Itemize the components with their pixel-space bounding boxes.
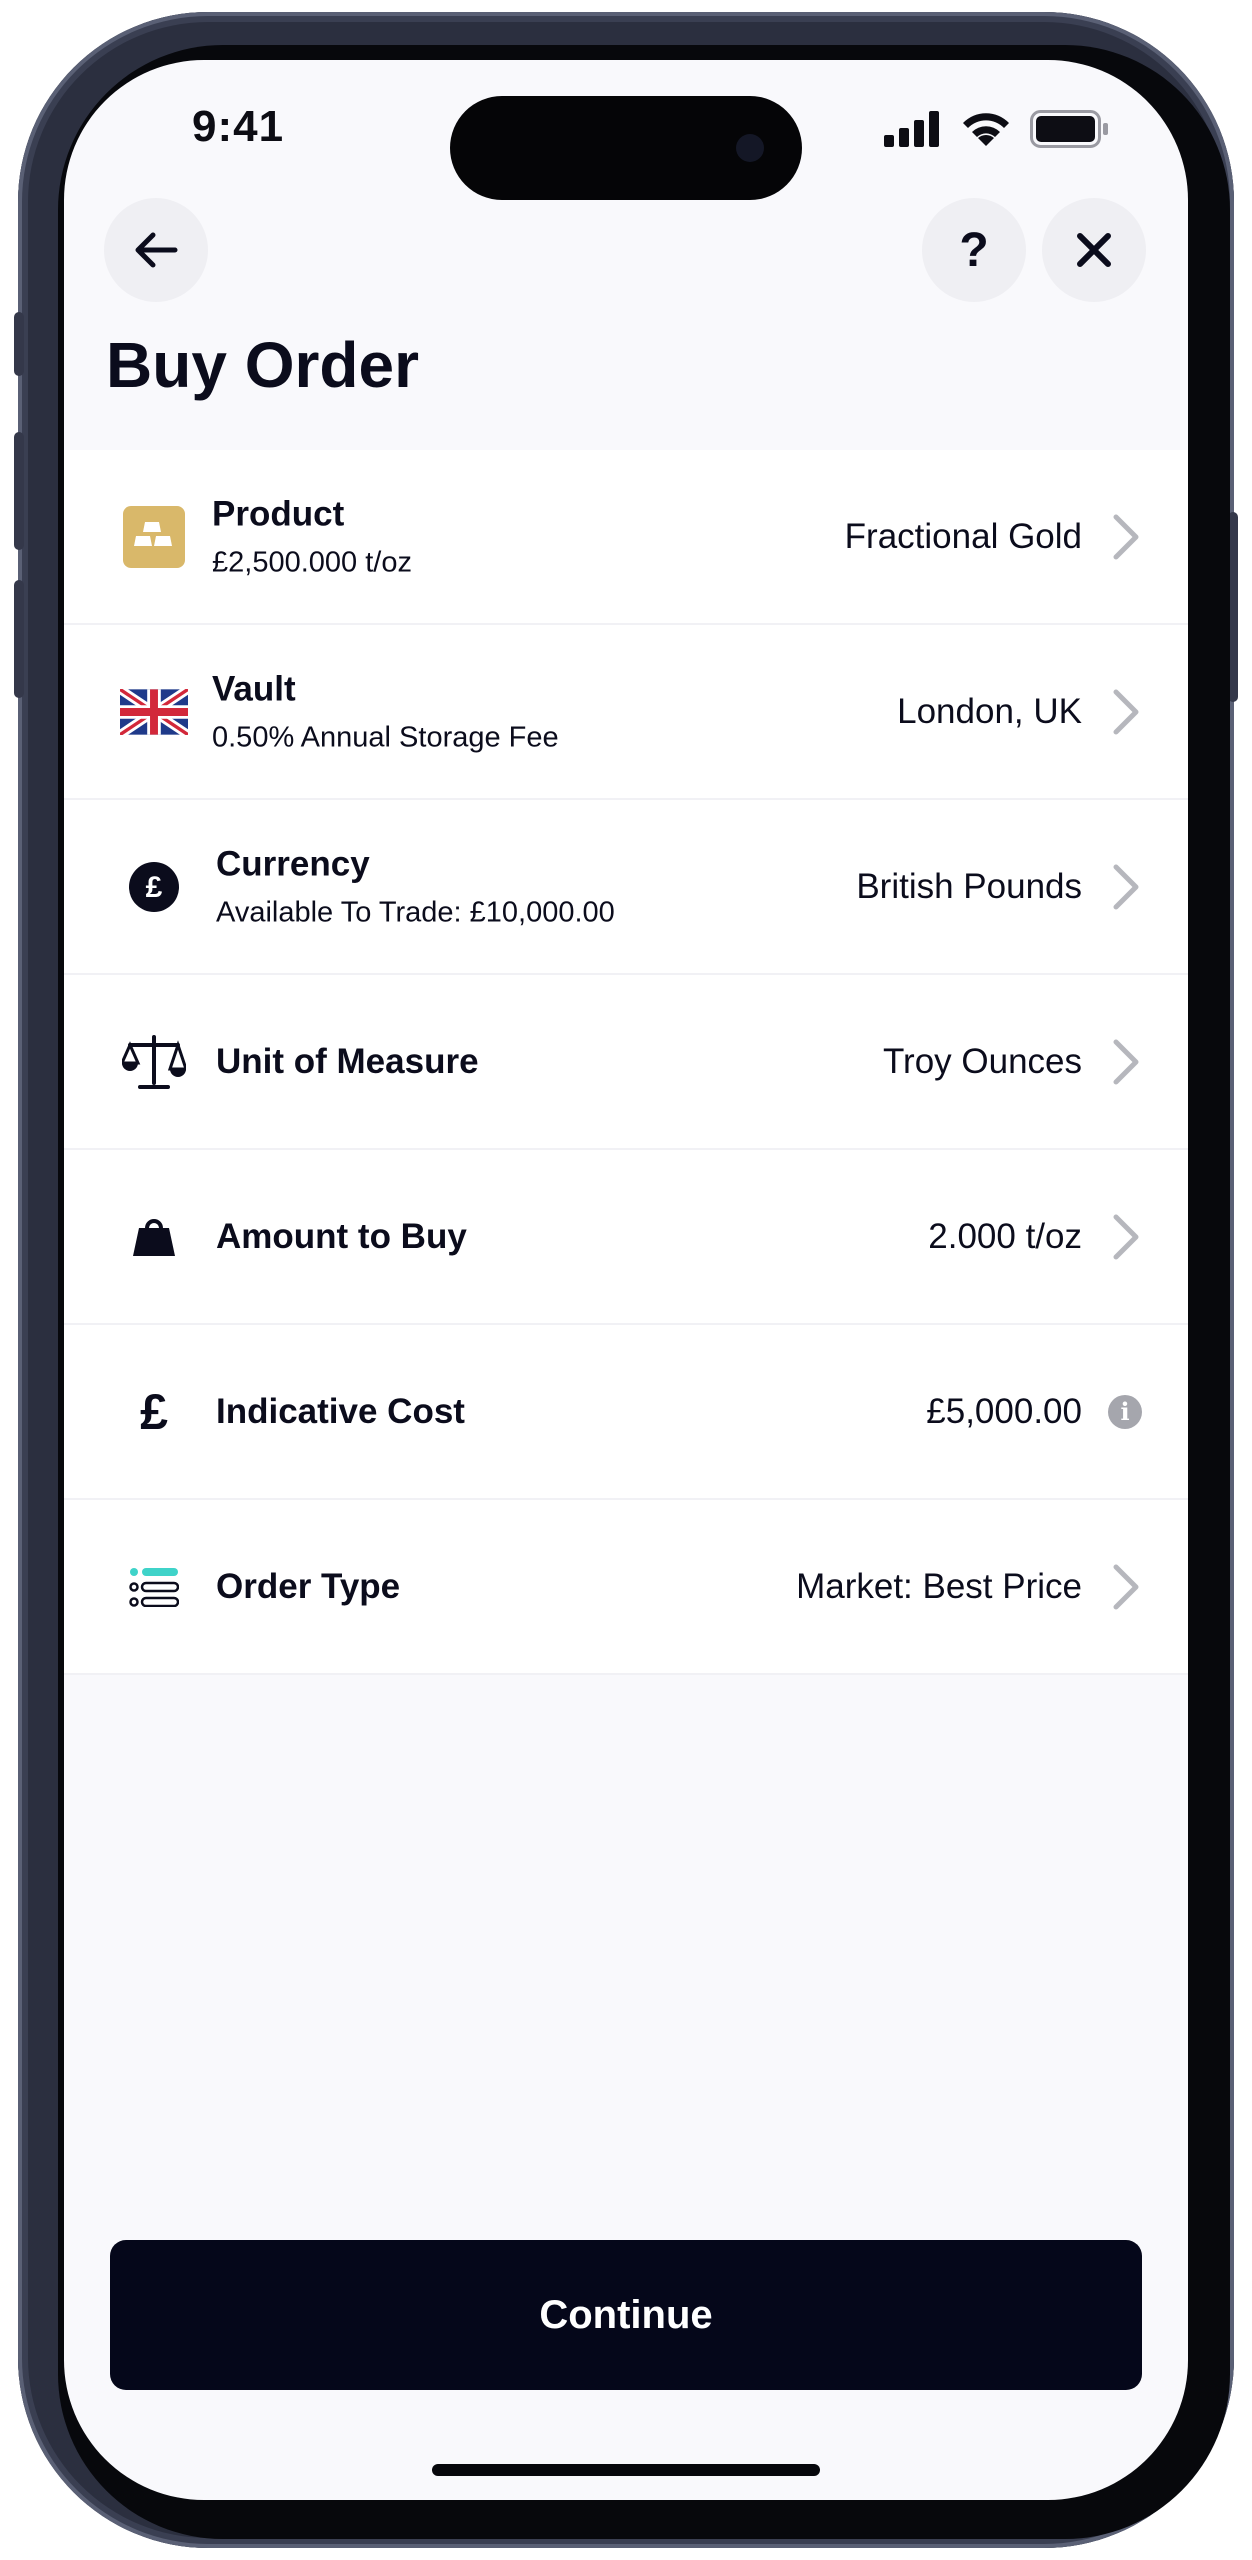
battery-icon [1030,110,1108,148]
gold-bar-icon [118,501,190,573]
arrow-left-icon [135,232,178,268]
weight-icon [118,1201,190,1273]
row-sublabel: Available To Trade: £10,000.00 [216,896,615,928]
row-label: Currency [216,844,370,883]
row-currency[interactable]: £ Currency Available To Trade: £10,000.0… [64,800,1188,975]
pound-coin-icon: £ [118,851,190,923]
row-value: Fractional Gold [844,516,1082,556]
row-value: Troy Ounces [882,1041,1082,1081]
volume-up-button [14,432,24,550]
row-label: Vault [212,669,296,708]
row-sublabel: 0.50% Annual Storage Fee [212,721,559,753]
row-product[interactable]: Product £2,500.000 t/oz Fractional Gold [64,450,1188,625]
order-settings-list: Product £2,500.000 t/oz Fractional Gold … [64,450,1188,1675]
list-icon [118,1551,190,1623]
row-label: Product [212,494,345,533]
row-value: £5,000.00 [926,1391,1082,1431]
scales-icon [118,1026,190,1098]
chevron-right-icon [1113,1564,1139,1609]
chevron-right-icon [1113,864,1139,909]
action-button [14,312,24,376]
back-button[interactable] [104,198,208,302]
help-button[interactable]: ? [922,198,1026,302]
row-amount-to-buy[interactable]: Amount to Buy 2.000 t/oz [64,1150,1188,1325]
chevron-right-icon [1113,1214,1139,1259]
info-icon[interactable]: i [1108,1394,1142,1429]
row-value: 2.000 t/oz [928,1216,1082,1256]
row-order-type[interactable]: Order Type Market: Best Price [64,1500,1188,1675]
chevron-right-icon [1113,514,1139,559]
screen: 9:41 ? Buy Order Product £2,500.000 t/oz… [64,60,1188,2500]
status-time: 9:41 [192,102,285,151]
chevron-right-icon [1113,1039,1139,1084]
row-sublabel: £2,500.000 t/oz [212,546,412,578]
row-label: Unit of Measure [216,1041,479,1081]
row-label: Indicative Cost [216,1391,465,1431]
wifi-icon [963,113,1009,146]
row-value: London, UK [897,691,1082,731]
close-button[interactable] [1042,198,1146,302]
row-label: Amount to Buy [216,1216,467,1256]
chevron-right-icon [1113,689,1139,734]
status-icons [884,110,1110,148]
row-indicative-cost: £ Indicative Cost £5,000.00 i [64,1325,1188,1500]
row-value: British Pounds [856,866,1082,906]
camera-icon [736,134,764,162]
question-mark-icon: ? [959,223,989,277]
cellular-signal-icon [884,111,939,147]
row-label: Order Type [216,1566,401,1606]
uk-flag-icon [118,676,190,748]
volume-down-button [14,580,24,698]
pound-icon: £ [140,1383,168,1440]
continue-button[interactable]: Continue [110,2240,1142,2390]
page-title: Buy Order [106,329,419,401]
home-indicator[interactable] [432,2464,820,2476]
row-unit-of-measure[interactable]: Unit of Measure Troy Ounces [64,975,1188,1150]
dynamic-island [450,96,802,200]
row-vault[interactable]: Vault 0.50% Annual Storage Fee London, U… [64,625,1188,800]
svg-text:£: £ [146,871,163,904]
close-icon [1077,233,1111,267]
row-value: Market: Best Price [796,1566,1082,1606]
